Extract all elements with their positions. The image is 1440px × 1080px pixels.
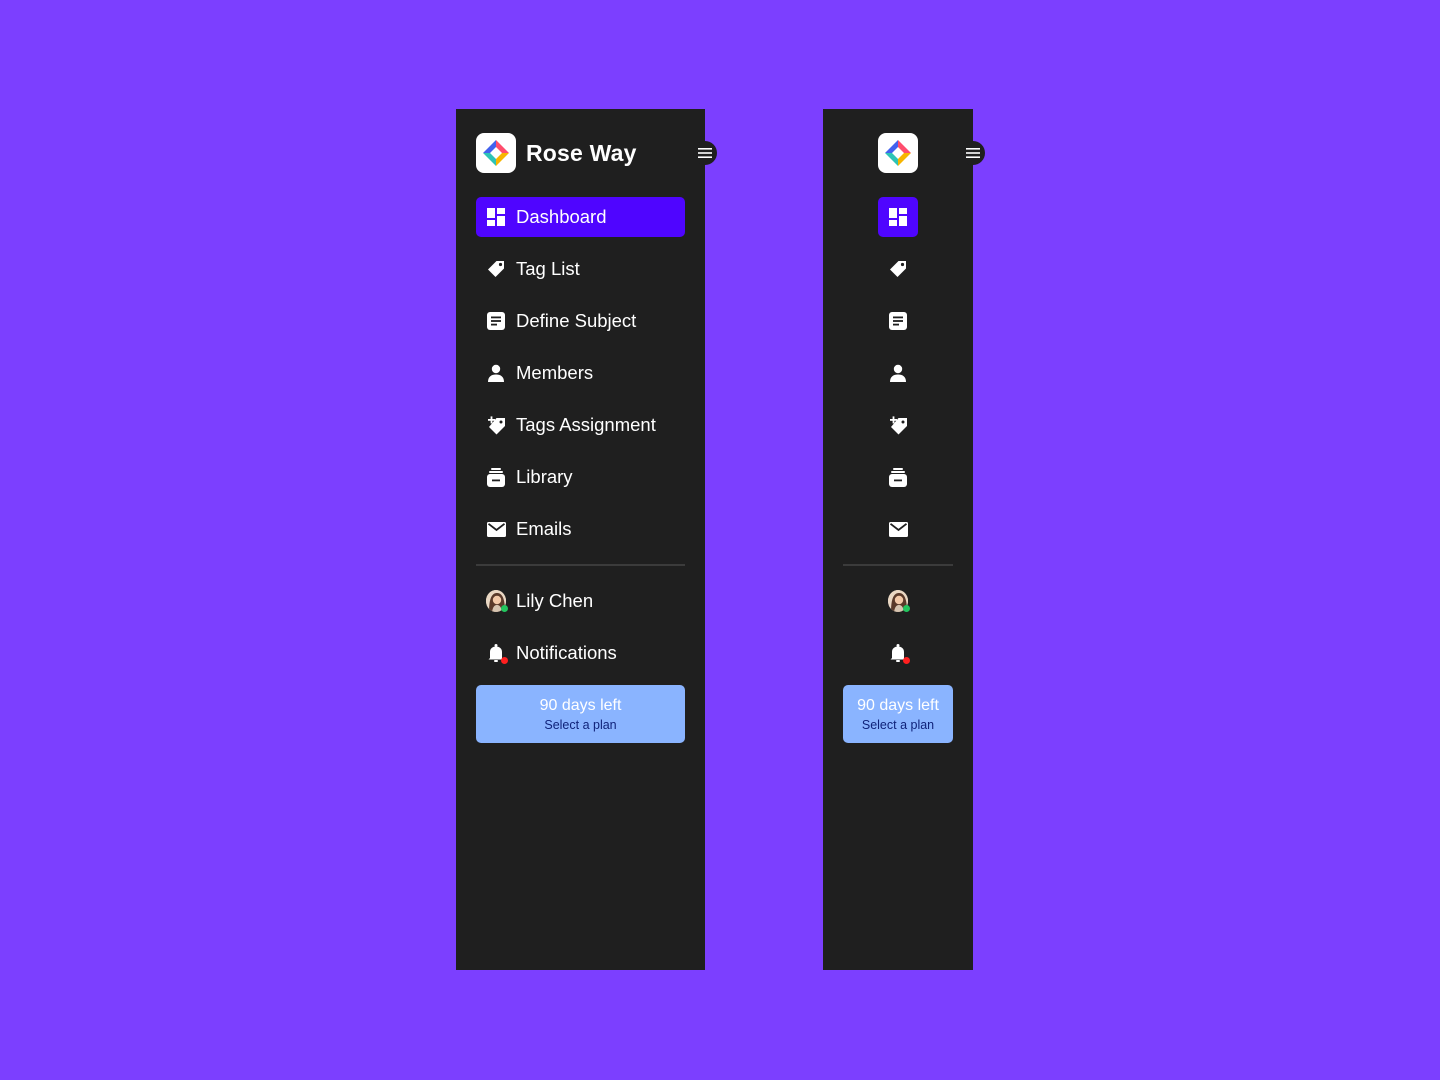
nav-item-notifications[interactable] — [878, 633, 918, 673]
nav-item-label: Dashboard — [516, 206, 607, 227]
plan-days-left: 90 days left — [857, 696, 939, 714]
person-icon — [888, 363, 908, 383]
person-icon — [486, 363, 506, 383]
nav-divider — [843, 564, 953, 566]
nav-item-emails[interactable] — [878, 509, 918, 549]
nav-item-label: Notifications — [516, 642, 617, 663]
online-status-dot — [903, 605, 910, 612]
nav-divider — [476, 564, 685, 566]
nav-item-tags-assignment[interactable]: Tags Assignment — [476, 405, 685, 445]
nav-item-define-subject[interactable]: Define Subject — [476, 301, 685, 341]
subject-icon — [888, 311, 908, 331]
hamburger-icon — [966, 148, 980, 158]
mail-icon — [888, 519, 908, 539]
nav-item-tags-assignment[interactable] — [878, 405, 918, 445]
plan-card-button[interactable]: 90 days left Select a plan — [843, 685, 953, 743]
nav-item-define-subject[interactable] — [878, 301, 918, 341]
avatar-wrapper — [486, 590, 508, 612]
plan-days-left: 90 days left — [539, 696, 622, 714]
dashboard-icon — [888, 207, 908, 227]
app-logo — [878, 133, 918, 173]
nav-item-label: Define Subject — [516, 310, 637, 331]
unread-badge-dot — [501, 657, 508, 664]
nav-item-members[interactable] — [878, 353, 918, 393]
nav-item-emails[interactable]: Emails — [476, 509, 685, 549]
unread-badge-dot — [903, 657, 910, 664]
tag-icon — [486, 259, 506, 279]
plan-select-link: Select a plan — [544, 717, 617, 732]
plan-card-button[interactable]: 90 days left Select a plan — [476, 685, 685, 743]
sidebar-expanded: Rose Way Dashboard Tag List Define Subje… — [456, 109, 717, 970]
bell-icon — [888, 643, 910, 664]
nav-item-dashboard[interactable]: Dashboard — [476, 197, 685, 237]
tag-icon — [888, 259, 908, 279]
user-profile[interactable] — [878, 581, 918, 621]
user-profile[interactable]: Lily Chen — [476, 581, 685, 621]
library-icon — [888, 467, 908, 487]
menu-toggle-button[interactable] — [961, 141, 985, 165]
app-logo — [476, 133, 516, 173]
main-nav: Dashboard Tag List Define Subject Member… — [476, 197, 685, 561]
nav-item-library[interactable]: Library — [476, 457, 685, 497]
tag-add-icon — [486, 415, 506, 435]
nav-item-label: Emails — [516, 518, 572, 539]
main-nav-collapsed — [878, 197, 918, 561]
nav-item-label: Library — [516, 466, 573, 487]
menu-toggle-button[interactable] — [693, 141, 717, 165]
dashboard-icon — [486, 207, 506, 227]
nav-item-label: Tags Assignment — [516, 414, 656, 435]
sidebar-collapsed: 90 days left Select a plan — [823, 109, 985, 970]
brand-row[interactable]: Rose Way — [476, 133, 637, 173]
account-nav: Lily Chen Notifications — [476, 581, 685, 685]
avatar-wrapper — [888, 590, 910, 612]
plan-select-link: Select a plan — [861, 717, 935, 732]
tag-add-icon — [888, 415, 908, 435]
nav-item-members[interactable]: Members — [476, 353, 685, 393]
brand-row[interactable] — [878, 133, 918, 173]
bell-icon — [486, 643, 508, 664]
nav-item-label: Tag List — [516, 258, 580, 279]
mail-icon — [486, 519, 506, 539]
nav-item-notifications[interactable]: Notifications — [476, 633, 685, 673]
nav-item-tag-list[interactable] — [878, 249, 918, 289]
hamburger-icon — [698, 148, 712, 158]
nav-item-tag-list[interactable]: Tag List — [476, 249, 685, 289]
account-nav-collapsed — [878, 581, 918, 685]
nav-item-label: Members — [516, 362, 594, 383]
online-status-dot — [501, 605, 508, 612]
nav-item-library[interactable] — [878, 457, 918, 497]
subject-icon — [486, 311, 506, 331]
library-icon — [486, 467, 506, 487]
app-name: Rose Way — [526, 139, 637, 166]
nav-item-dashboard[interactable] — [878, 197, 918, 237]
user-name: Lily Chen — [516, 590, 594, 611]
